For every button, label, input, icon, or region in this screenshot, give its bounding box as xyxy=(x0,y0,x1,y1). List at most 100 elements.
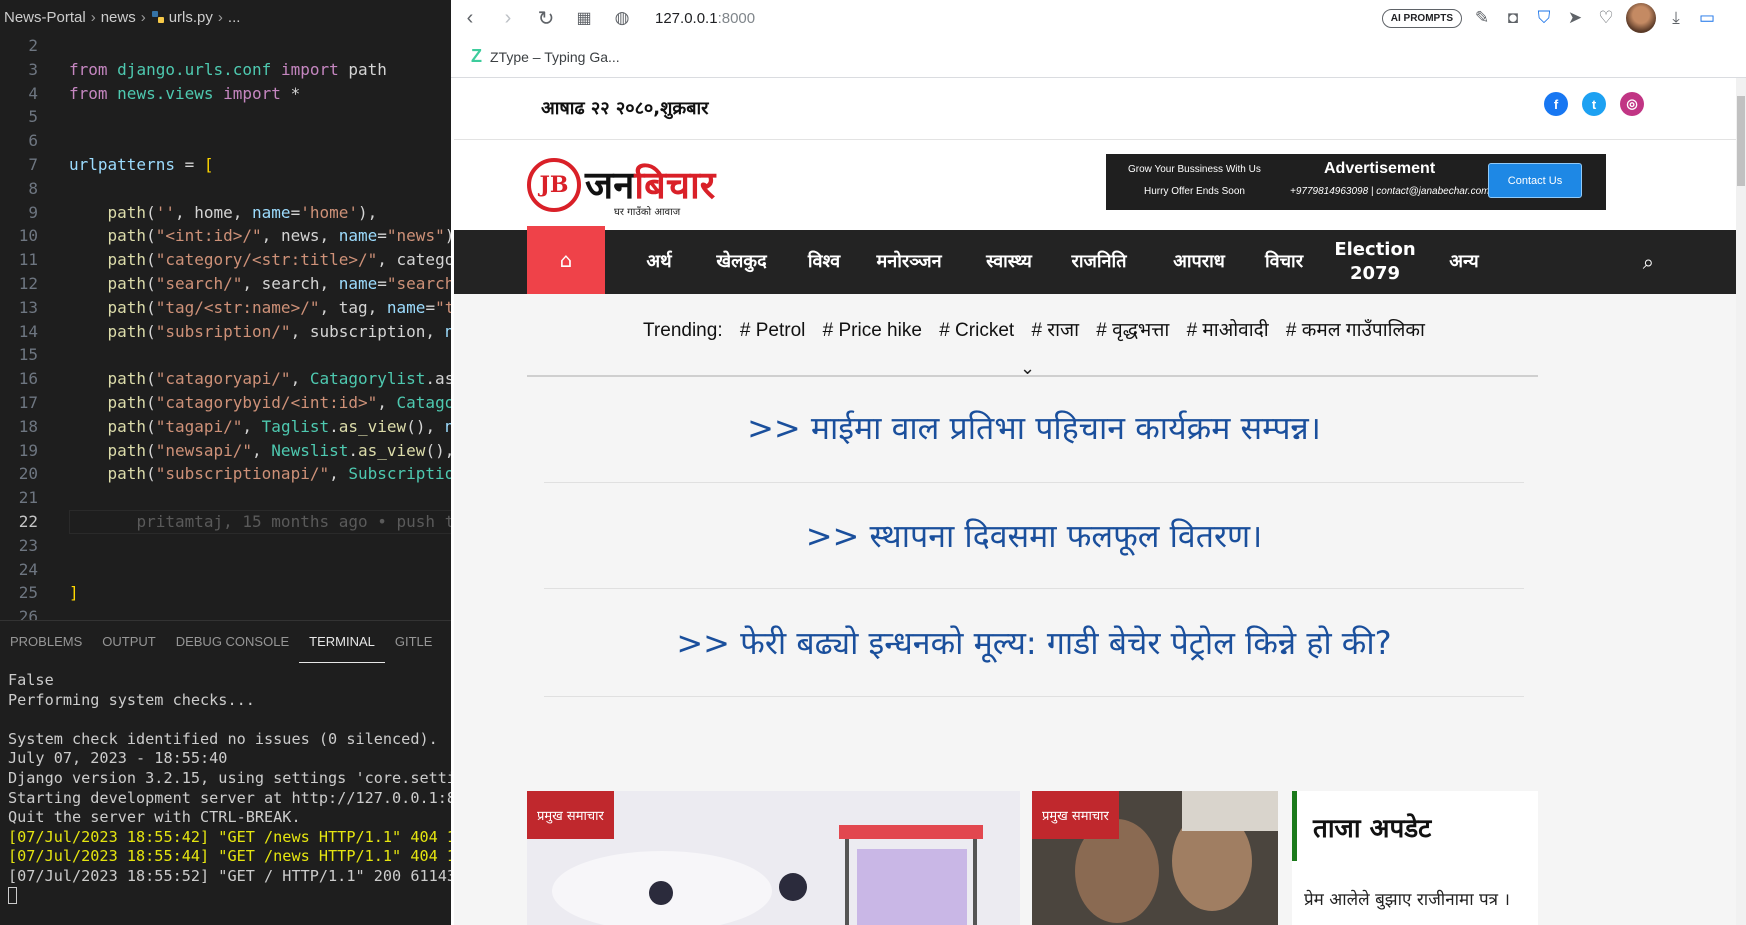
python-file-icon xyxy=(151,11,164,23)
line-number: 18 xyxy=(18,416,38,436)
trending-tag[interactable]: # Price hike xyxy=(823,320,922,341)
headline-link[interactable]: >> स्थापना दिवसमा फलफूल वितरण। xyxy=(544,514,1524,557)
send-icon[interactable]: ➤ xyxy=(1564,7,1586,29)
terminal-line: False xyxy=(8,671,54,689)
code-line: 12 path("search/", search, name="search xyxy=(0,272,451,296)
headline-link[interactable]: >> फेरी बढ्यो इन्धनको मूल्य: गाडी बेचेर … xyxy=(544,621,1524,664)
trending-tag[interactable]: # Petrol xyxy=(740,320,805,341)
home-icon[interactable]: ⌂ xyxy=(527,226,605,294)
tab-terminal[interactable]: TERMINAL xyxy=(299,621,385,663)
ad-contact: +9779814963098 | contact@janabechar.com xyxy=(1290,186,1490,197)
nav-item-rajniti[interactable]: राजनिति xyxy=(1049,230,1149,294)
logo-text: जनबिचार xyxy=(585,163,716,207)
line-number: 7 xyxy=(28,154,38,174)
top-bar: आषाढ २२ २०८०,शुक्रबार f t ◎ xyxy=(454,78,1744,140)
trending-tag[interactable]: # Cricket xyxy=(939,320,1014,341)
forward-icon[interactable]: › xyxy=(489,7,527,30)
terminal-prompt[interactable] xyxy=(8,886,451,907)
nav-item-election[interactable]: Election 2079 xyxy=(1334,230,1416,294)
trending-bar: Trending: # Petrol # Price hike # Cricke… xyxy=(454,294,1744,394)
line-number: 13 xyxy=(18,297,38,317)
instagram-icon[interactable]: ◎ xyxy=(1620,92,1644,116)
twitter-icon[interactable]: t xyxy=(1582,92,1606,116)
facebook-icon[interactable]: f xyxy=(1544,92,1568,116)
avatar[interactable] xyxy=(1626,3,1656,33)
ad-title: Advertisement xyxy=(1324,160,1436,177)
code-line: 11 path("category/<str:title>/", catego xyxy=(0,248,451,272)
code-line: 17 path("catagorybyid/<int:id>", Catago xyxy=(0,391,451,415)
browser-window: ‹ › ↻ ▦ ◍ 127.0.0.1:8000 AI PROMPTS ✎ ◘ … xyxy=(451,0,1746,925)
news-card-image[interactable]: प्रमुख समाचार xyxy=(1032,791,1278,925)
breadcrumb-more[interactable]: ... xyxy=(228,9,241,26)
breadcrumb-folder[interactable]: news xyxy=(101,9,136,26)
nav-item-swasthya[interactable]: स्वास्थ्य xyxy=(959,230,1059,294)
download-icon[interactable]: ⤓ xyxy=(1665,7,1687,29)
latest-updates: ताजा अपडेट प्रेम आलेले बुझाए राजीनामा पत… xyxy=(1292,791,1538,925)
line-number: 10 xyxy=(18,226,38,246)
terminal-output[interactable]: False Performing system checks... System… xyxy=(0,663,451,906)
terminal-line: [07/Jul/2023 18:55:42] "GET /news HTTP/1… xyxy=(8,827,451,846)
category-badge[interactable]: प्रमुख समाचार xyxy=(527,791,614,839)
terminal-line: Django version 3.2.15, using settings 'c… xyxy=(8,768,451,787)
trending-tag[interactable]: # वृद्धभत्ता xyxy=(1096,320,1169,341)
news-card-image[interactable]: प्रमुख समाचार xyxy=(527,791,1020,925)
nav-item-khelkud[interactable]: खेलकुद xyxy=(694,230,789,294)
line-number: 3 xyxy=(28,59,38,79)
category-badge[interactable]: प्रमुख समाचार xyxy=(1032,791,1119,839)
battery-icon[interactable]: ▭ xyxy=(1696,7,1718,29)
search-icon[interactable]: ⌕ xyxy=(1643,250,1654,274)
ai-prompts-button[interactable]: AI PROMPTS xyxy=(1381,8,1462,28)
nav-item-bishwa[interactable]: विश्व xyxy=(784,230,864,294)
contact-us-button[interactable]: Contact Us xyxy=(1488,163,1582,198)
address-port: :8000 xyxy=(717,9,756,27)
line-number: 21 xyxy=(18,488,38,508)
line-number: 9 xyxy=(28,202,38,222)
breadcrumb: News-Portal › news › urls.py › ... xyxy=(0,0,451,34)
advertisement-banner[interactable]: Grow Your Bussiness With Us Hurry Offer … xyxy=(1106,154,1606,210)
code-line: 10 path("<int:id>/", news, name="news") xyxy=(0,224,451,248)
nepali-date: आषाढ २२ २०८०,शुक्रबार xyxy=(541,98,709,119)
code-line-current: 22 pritamtaj, 15 months ago • push t xyxy=(0,509,451,534)
tab-gitlens[interactable]: GITLE xyxy=(385,621,443,663)
trending-tag[interactable]: # कमल गाउँपालिका xyxy=(1286,320,1425,341)
shield-icon[interactable]: ⛉ xyxy=(1533,7,1555,29)
bookmark-ztype[interactable]: ZType – Typing Ga... xyxy=(490,49,620,65)
trending-tag[interactable]: # माओवादी xyxy=(1187,320,1269,341)
terminal-line: July 07, 2023 - 18:55:40 xyxy=(8,749,228,768)
divider xyxy=(544,696,1524,697)
terminal-line: [07/Jul/2023 18:55:44] "GET /news HTTP/1… xyxy=(8,847,451,866)
code-line: 4 from news.views import * xyxy=(0,82,451,106)
line-number: 6 xyxy=(28,131,38,151)
page-scrollbar[interactable] xyxy=(1736,78,1746,925)
line-number: 24 xyxy=(18,559,38,579)
headline-link[interactable]: >> माईमा वाल प्रतिभा पहिचान कार्यक्रम सम… xyxy=(544,406,1524,449)
line-number: 23 xyxy=(18,535,38,555)
scrollbar-thumb[interactable] xyxy=(1737,96,1745,186)
code-editor[interactable]: 2 3 from django.urls.conf import path 4 fr… xyxy=(0,34,451,629)
chevron-right-icon: › xyxy=(90,8,96,26)
heart-icon[interactable]: ♡ xyxy=(1595,7,1617,29)
latest-updates-title: ताजा अपडेट xyxy=(1292,791,1538,861)
vscode-editor: News-Portal › news › urls.py › ... 2 3 fr… xyxy=(0,0,451,925)
line-number: 4 xyxy=(28,83,38,103)
tab-problems[interactable]: PROBLEMS xyxy=(0,621,92,663)
nav-item-manoranjan[interactable]: मनोरञ्जन xyxy=(854,230,964,294)
back-icon[interactable]: ‹ xyxy=(451,7,489,30)
address-bar[interactable]: 127.0.0.1:8000 xyxy=(655,10,755,27)
nav-item-bichar[interactable]: विचार xyxy=(1234,230,1334,294)
tab-output[interactable]: OUTPUT xyxy=(92,621,165,663)
tab-debug-console[interactable]: DEBUG CONSOLE xyxy=(166,621,299,663)
trending-tag[interactable]: # राजा xyxy=(1031,320,1079,341)
browser-toolbar: ‹ › ↻ ▦ ◍ 127.0.0.1:8000 AI PROMPTS ✎ ◘ … xyxy=(451,0,1746,36)
camera-icon[interactable]: ◘ xyxy=(1502,7,1524,29)
nav-item-anya[interactable]: अन्य xyxy=(1424,230,1504,294)
breadcrumb-project[interactable]: News-Portal xyxy=(4,9,86,26)
code-line: 15 xyxy=(0,343,451,367)
tab-grid-icon[interactable]: ▦ xyxy=(565,8,603,28)
latest-update-item[interactable]: प्रेम आलेले बुझाए राजीनामा पत्र । xyxy=(1304,887,1510,910)
edit-icon[interactable]: ✎ xyxy=(1471,7,1493,29)
reload-icon[interactable]: ↻ xyxy=(527,6,565,31)
nav-item-artha[interactable]: अर्थ xyxy=(619,230,699,294)
breadcrumb-file[interactable]: urls.py xyxy=(169,9,213,26)
